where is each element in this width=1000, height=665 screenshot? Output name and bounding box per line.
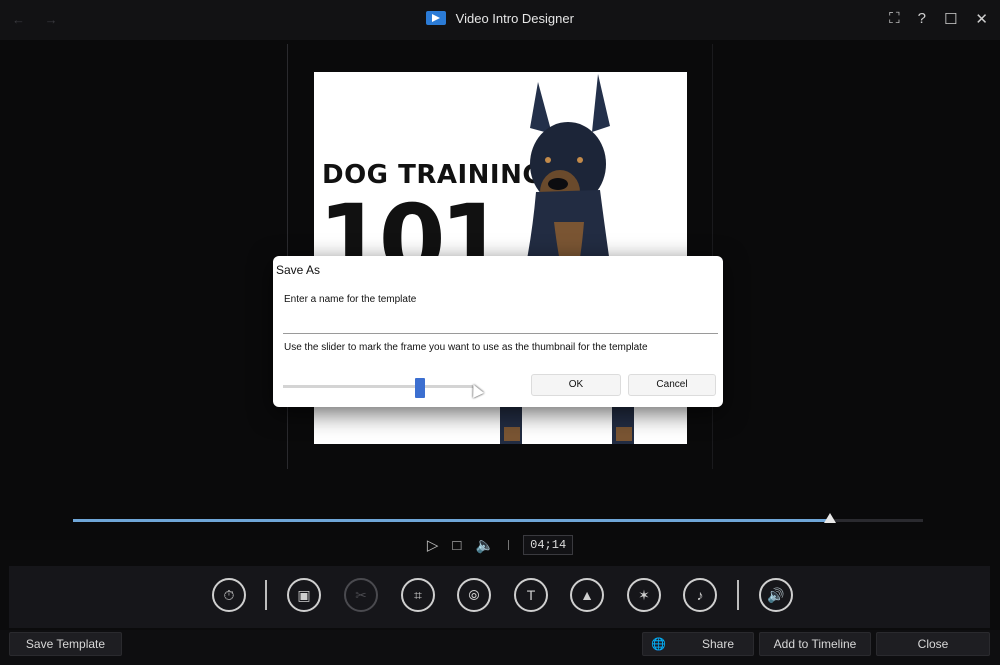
transport-controls: ▷ □ 🔈 04;14: [0, 535, 1000, 555]
ok-button[interactable]: OK: [531, 374, 621, 396]
playhead-icon[interactable]: [823, 513, 836, 523]
toolbar-divider: [265, 580, 267, 610]
timeline-track[interactable]: [73, 513, 923, 523]
window-title: Video Intro Designer: [0, 11, 1000, 26]
save-template-button[interactable]: Save Template: [9, 632, 122, 656]
expand-icon[interactable]: ⛶: [889, 10, 900, 28]
template-name-input[interactable]: [283, 309, 718, 334]
app-logo-icon: [426, 11, 447, 25]
thumbnail-slider-thumb[interactable]: [414, 378, 425, 398]
share-button[interactable]: 🌐 Share: [642, 632, 754, 656]
help-icon[interactable]: ?: [918, 10, 926, 28]
stop-icon[interactable]: □: [452, 537, 461, 554]
music-tool-icon[interactable]: ♪: [683, 578, 717, 612]
image-tool-icon[interactable]: ▲: [570, 578, 604, 612]
add-to-timeline-button[interactable]: Add to Timeline: [759, 632, 871, 656]
share-label: Share: [701, 637, 735, 651]
close-button[interactable]: Close: [876, 632, 990, 656]
crop-tool-icon[interactable]: ⌗: [401, 578, 435, 612]
transport-divider: [508, 540, 510, 550]
play-icon[interactable]: ▷: [427, 536, 439, 554]
thumbnail-slider-track[interactable]: [283, 385, 473, 388]
layers-tool-icon[interactable]: ▣: [287, 578, 321, 612]
bottom-bar: Save Template 🌐 Share Add to Timeline Cl…: [0, 630, 1000, 665]
window-controls: ⛶ ? ☐ ✕: [889, 10, 988, 28]
color-tool-icon[interactable]: ⦾: [457, 578, 491, 612]
tool-toolbar: ⏱ ▣ ✂ ⌗ ⦾ T ▲ ✶ ♪ 🔊: [9, 566, 990, 628]
cancel-button[interactable]: Cancel: [628, 374, 716, 396]
template-name-label: Enter a name for the template: [284, 294, 417, 305]
effects-tool-icon[interactable]: ✶: [627, 578, 661, 612]
timeline-progress: [73, 519, 830, 522]
window-title-text: Video Intro Designer: [455, 11, 574, 26]
close-window-icon[interactable]: ✕: [975, 10, 988, 28]
timecode-display: 04;14: [523, 535, 574, 555]
volume-icon[interactable]: 🔈: [475, 536, 494, 554]
thumbnail-hint: Use the slider to mark the frame you wan…: [284, 342, 648, 353]
cut-tool-icon: ✂: [344, 578, 378, 612]
toolbar-divider: [737, 580, 739, 610]
save-as-dialog: Save As Enter a name for the template Us…: [273, 256, 723, 407]
audio-tool-icon[interactable]: 🔊: [759, 578, 793, 612]
duration-tool-icon[interactable]: ⏱: [212, 578, 246, 612]
maximize-icon[interactable]: ☐: [944, 10, 957, 28]
dialog-title: Save As: [276, 263, 321, 277]
title-bar: ← → Video Intro Designer ⛶ ? ☐ ✕: [0, 0, 1000, 41]
globe-icon: 🌐: [651, 637, 666, 651]
text-tool-icon[interactable]: T: [514, 578, 548, 612]
